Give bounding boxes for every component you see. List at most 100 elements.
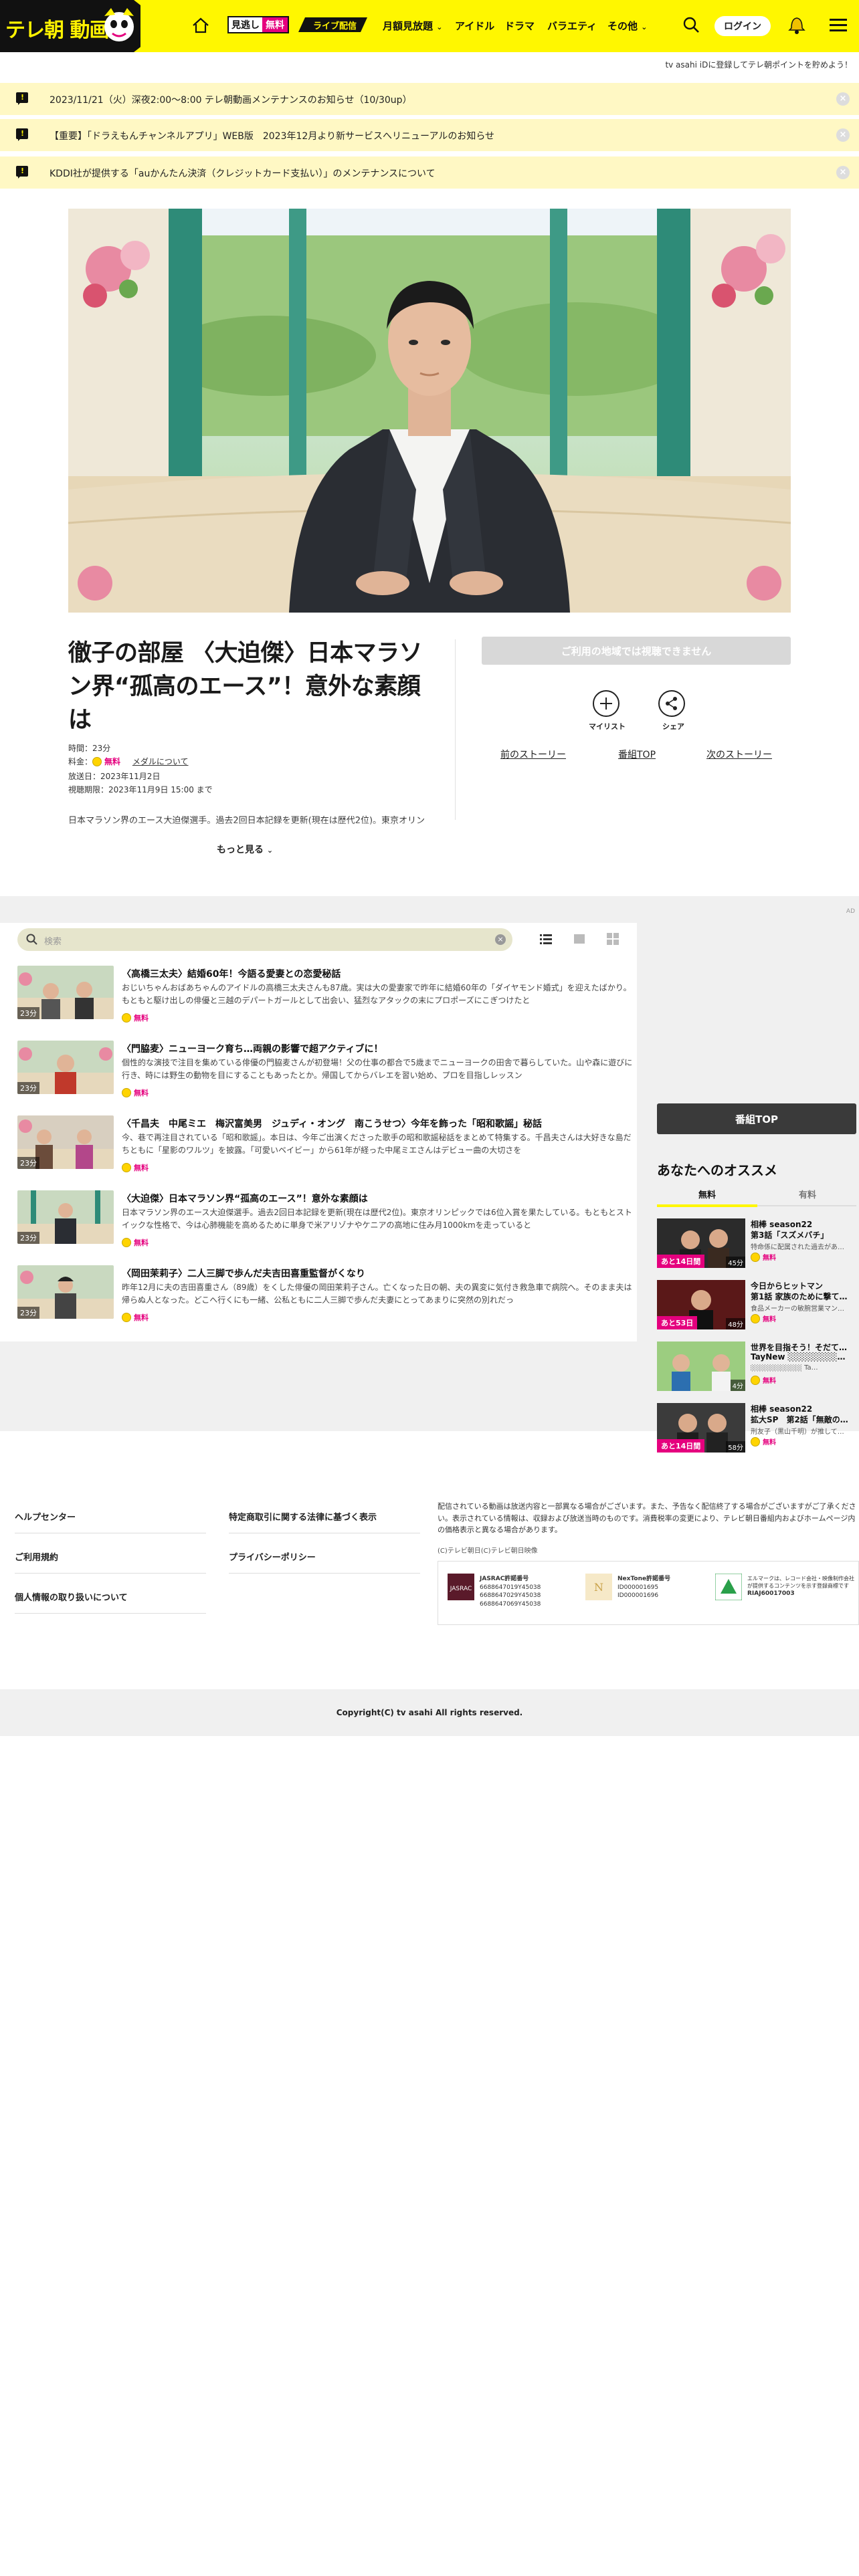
coin-icon	[122, 1088, 131, 1097]
tab-free[interactable]: 無料	[698, 1188, 716, 1200]
recommend-title: あなたへのオススメ	[657, 1162, 777, 1178]
free-badge: 無料	[122, 1237, 149, 1248]
free-badge-label: 無料	[763, 1439, 776, 1446]
program-top-button[interactable]: 番組TOP	[657, 1103, 856, 1134]
cant-watch-button[interactable]: ご利用の地域では視聴できません	[482, 637, 791, 665]
nav-other[interactable]: その他 ⌄	[607, 19, 647, 33]
tile-view-icon[interactable]	[573, 932, 586, 946]
nav-idol[interactable]: アイドル	[455, 19, 494, 33]
search-icon[interactable]	[681, 15, 701, 35]
svg-text:JASRAC: JASRAC	[450, 1586, 472, 1592]
duration-badge: 23分	[17, 1307, 39, 1319]
recommend-title-2: 第1話 家族のために撃て…	[751, 1292, 848, 1301]
footer-small-copyright: (C)テレビ朝日(C)テレビ朝日映像	[438, 1547, 538, 1555]
close-icon[interactable]: ×	[836, 166, 850, 179]
nav-drama[interactable]: ドラマ	[504, 19, 535, 33]
episode-item[interactable]: 23分 〈門脇麦〉ニューヨーク育ち…両親の影響で超アクティブに！ 個性的な演技で…	[17, 1041, 633, 1105]
page-title: 徹子の部屋 〈大迫傑〉日本マラソン界“孤高のエース”！意外な素顔は	[68, 640, 423, 734]
tvpoint-banner[interactable]: tv asahi iDに登録してテレ朝ポイントを貯めよう！	[665, 59, 852, 70]
close-icon[interactable]: ×	[836, 92, 850, 106]
free-badge: 無料	[751, 1375, 776, 1385]
footer-terms-link[interactable]: ご利用規約	[15, 1550, 58, 1563]
price-value: 無料	[104, 757, 121, 766]
grid-view-icon[interactable]	[606, 932, 619, 946]
free-badge: 無料	[122, 1312, 149, 1323]
coin-icon	[122, 1238, 131, 1247]
mascot-icon	[104, 8, 134, 41]
episode-title: 〈大迫傑〉日本マラソン界“孤高のエース”！意外な素顔は	[122, 1194, 368, 1204]
recommend-item[interactable]: あと53日 48分 今日からヒットマン 第1話 家族のために撃て… 食品メーカーの…	[657, 1280, 858, 1333]
footer-privacy-policy-link[interactable]: プライバシーポリシー	[229, 1550, 316, 1563]
free-badge-label: 無料	[134, 1014, 149, 1023]
nav-live[interactable]: ライブ配信	[298, 17, 367, 32]
notice-item[interactable]: ! KDDI社が提供する「auかんたん決済（クレジットカード支払い）」のメンテナ…	[0, 156, 859, 189]
prev-story-link[interactable]: 前のストーリー	[500, 748, 566, 761]
episode-item[interactable]: 23分 〈大迫傑〉日本マラソン界“孤高のエース”！意外な素顔は 日本マラソン界の…	[17, 1190, 633, 1255]
footer-disclaimer: 配信されている動画は放送内容と一部異なる場合がございます。また、予告なく配信終了…	[438, 1502, 856, 1535]
coin-icon	[92, 757, 102, 766]
days-left-badge: あと53日	[657, 1316, 698, 1329]
jasrac-number: 6688647019Y45038	[480, 1584, 541, 1591]
duration-badge: 23分	[17, 1007, 39, 1019]
recommend-item[interactable]: あと14日間 58分 相棒 season22 拡大SP 第2話「無敵の… 刑友子（…	[657, 1403, 858, 1457]
recommend-desc: 食品メーカーの敏腕営業マン…	[751, 1305, 844, 1313]
next-story-link[interactable]: 次のストーリー	[706, 748, 772, 761]
episode-title: 〈岡田茉莉子〉二人三脚で歩んだ夫吉田喜重監督がくなり	[122, 1269, 365, 1279]
nav-monthly[interactable]: 月額見放題 ⌄	[383, 19, 442, 33]
copyright-text: Copyright(C) tv asahi All rights reserve…	[336, 1708, 523, 1717]
notice-item[interactable]: ! 【重要】「ドラえもんチャンネルアプリ」WEB版 2023年12月より新サービ…	[0, 119, 859, 151]
free-badge: 無料	[751, 1313, 776, 1323]
footer-help-link[interactable]: ヘルプセンター	[15, 1510, 76, 1523]
free-badge-label: 無料	[134, 1239, 149, 1247]
close-icon[interactable]: ×	[836, 128, 850, 142]
tab-paid[interactable]: 有料	[799, 1188, 816, 1200]
recommend-thumbnail: あと14日間 45分	[657, 1218, 745, 1268]
duration-badge: 23分	[17, 1232, 39, 1244]
recommend-item[interactable]: あと14日間 45分 相棒 season22 第3話「スズメバチ」 特命係に配属さ…	[657, 1218, 858, 1272]
episode-item[interactable]: 23分 〈千昌夫 中尾ミエ 梅沢富美男 ジュディ・オング 南こうせつ〉今年を飾っ…	[17, 1115, 633, 1180]
menu-icon[interactable]	[828, 16, 848, 35]
divider	[455, 639, 456, 820]
coin-icon	[122, 1013, 131, 1023]
footer-tokutei-link[interactable]: 特定商取引に関する法律に基づく表示	[229, 1510, 377, 1523]
mylist-button[interactable]	[593, 690, 619, 717]
nav-variety[interactable]: バラエティ	[547, 19, 597, 33]
site-logo[interactable]: テレ朝 動画	[0, 0, 140, 52]
free-badge-label: 無料	[763, 1255, 776, 1262]
nextone-number: ID000001695	[617, 1584, 659, 1591]
show-more-button[interactable]: もっと見る ⌄	[217, 843, 273, 856]
episode-item[interactable]: 23分 〈高橋三太夫〉結婚60年！今語る愛妻との恋愛秘話 おじいちゃんおばあちゃ…	[17, 966, 633, 1030]
chevron-down-icon: ⌄	[266, 846, 274, 855]
svg-text:N: N	[594, 1581, 603, 1594]
bell-icon[interactable]	[787, 13, 807, 35]
divider	[15, 1613, 206, 1614]
share-button[interactable]	[658, 690, 685, 717]
aired-date: 放送日：2023年11月2日	[68, 772, 161, 781]
chevron-down-icon: ⌄	[641, 23, 648, 31]
duration-badge: 48分	[726, 1318, 745, 1329]
login-button[interactable]: ログイン	[714, 16, 771, 36]
notice-item[interactable]: ! 2023/11/21（火）深夜2:00〜8:00 テレ朝動画メンテナンスのお…	[0, 83, 859, 115]
days-left-badge: あと14日間	[657, 1255, 705, 1268]
days-left-badge: あと14日間	[657, 1439, 705, 1453]
description-fade	[68, 820, 425, 833]
episode-search-input[interactable]: 検索 ×	[17, 928, 512, 951]
episode-item[interactable]: 23分 〈岡田茉莉子〉二人三脚で歩んだ夫吉田喜重監督がくなり 昨年12月に夫の吉…	[17, 1265, 633, 1329]
footer-privacy-handling-link[interactable]: 個人情報の取り扱いについて	[15, 1590, 128, 1603]
recommend-item[interactable]: 4分 世界を目指そう！そだて… TayNew ░░░░░░░░… ░░░░░░░…	[657, 1341, 858, 1395]
recommend-title-1: 相棒 season22	[751, 1404, 813, 1414]
medal-link[interactable]: メダルについて	[132, 757, 189, 766]
duration-badge: 23分	[17, 1157, 39, 1169]
clear-icon[interactable]: ×	[495, 934, 506, 945]
notice-text: 2023/11/21（火）深夜2:00〜8:00 テレ朝動画メンテナンスのお知ら…	[50, 95, 412, 106]
divider	[229, 1573, 420, 1574]
recommend-title-1: 相棒 season22	[751, 1220, 813, 1229]
home-icon[interactable]	[191, 16, 210, 35]
free-badge-label: 無料	[134, 1313, 149, 1322]
lmark-text: エルマークは、レコード会社・映像制作会社が提供するコンテンツを示す登録商標です	[747, 1576, 854, 1590]
episode-title: 〈門脇麦〉ニューヨーク育ち…両親の影響で超アクティブに！	[122, 1044, 383, 1055]
nav-mitsuke-free[interactable]: 見逃し 無料	[227, 16, 289, 33]
program-top-link[interactable]: 番組TOP	[618, 748, 656, 761]
free-badge: 無料	[751, 1252, 776, 1262]
list-view-icon[interactable]	[539, 932, 553, 946]
